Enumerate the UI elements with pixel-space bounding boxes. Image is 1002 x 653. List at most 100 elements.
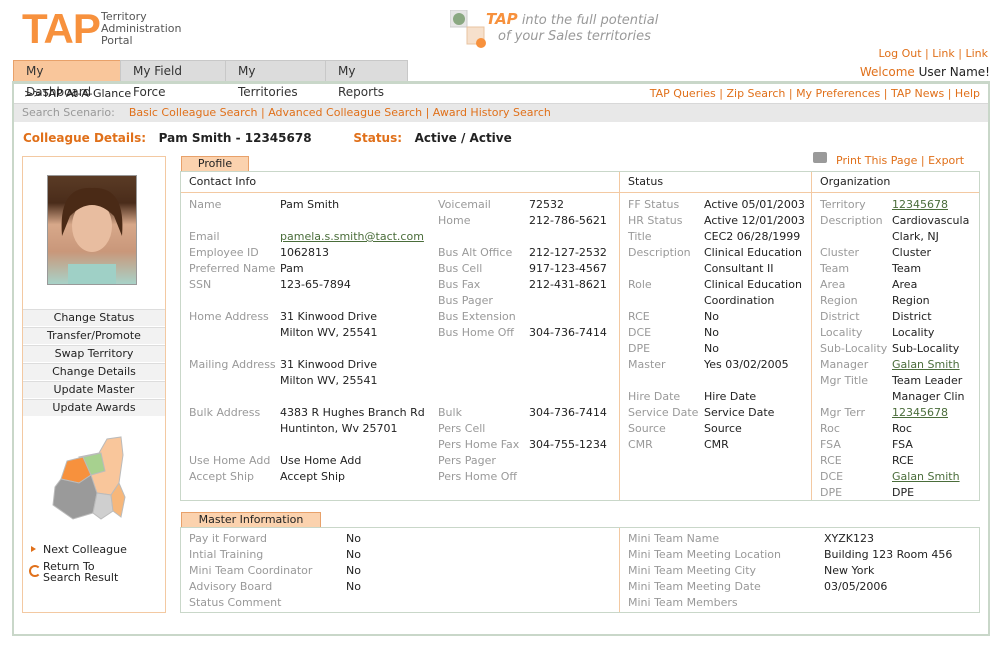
- divider: [619, 172, 620, 500]
- field-label: Manager: [820, 358, 869, 371]
- top-links: Log Out | Link | Link: [878, 47, 988, 60]
- status-header: Status: [620, 172, 819, 193]
- field-label: RCE: [820, 454, 842, 467]
- field-label: Home Address: [189, 310, 269, 323]
- field-label: Voicemail: [438, 198, 491, 211]
- next-arrow-icon: [31, 546, 36, 552]
- field-label: Locality: [820, 326, 863, 339]
- field-label: Bus Alt Office: [438, 246, 513, 259]
- field-label: Advisory Board: [189, 580, 273, 593]
- field-label: District: [820, 310, 860, 323]
- zip-search-link[interactable]: Zip Search: [726, 87, 785, 100]
- slogan-line: into the full potential: [521, 13, 659, 28]
- award-history-search-link[interactable]: Award History Search: [433, 106, 551, 119]
- field-value-link[interactable]: 12345678: [892, 198, 948, 211]
- tap-news-link[interactable]: TAP News: [891, 87, 944, 100]
- field-value: Locality: [892, 326, 935, 339]
- tap-queries-link[interactable]: TAP Queries: [650, 87, 716, 100]
- field-value: Team: [892, 262, 922, 275]
- field-value: No: [346, 548, 361, 561]
- next-colleague-link[interactable]: Next Colleague: [43, 543, 127, 556]
- change-details-button[interactable]: Change Details: [23, 363, 165, 380]
- field-label: Roc: [820, 422, 840, 435]
- colleague-details-header: Colleague Details: Pam Smith - 12345678 …: [23, 131, 512, 145]
- divider: [811, 172, 812, 500]
- field-label: Bus Cell: [438, 262, 483, 275]
- field-value: Hire Date: [704, 390, 757, 403]
- field-value: Roc: [892, 422, 912, 435]
- field-label: Name: [189, 198, 222, 211]
- update-master-button[interactable]: Update Master: [23, 381, 165, 398]
- field-value: Pam: [280, 262, 304, 275]
- transfer-promote-button[interactable]: Transfer/Promote: [23, 327, 165, 344]
- master-information-tab[interactable]: Master Information: [181, 512, 321, 527]
- field-value: 123-65-7894: [280, 278, 351, 291]
- field-label: Area: [820, 278, 846, 291]
- field-label: Intial Training: [189, 548, 264, 561]
- field-label: Description: [820, 214, 883, 227]
- field-value-link[interactable]: Galan Smith: [892, 358, 960, 371]
- field-value: Coordination: [704, 294, 775, 307]
- field-value: 03/05/2006: [824, 580, 888, 593]
- field-value: Active 12/01/2003: [704, 214, 805, 227]
- field-label: Territory: [820, 198, 866, 211]
- field-label: Status Comment: [189, 596, 282, 609]
- tab-my-dashboard[interactable]: My Dashboard: [13, 60, 121, 99]
- field-label: DCE: [820, 470, 844, 483]
- field-value: Sub-Locality: [892, 342, 960, 355]
- print-export-links: Print This Page | Export: [836, 154, 965, 167]
- left-panel: Change Status Transfer/Promote Swap Terr…: [22, 156, 166, 613]
- swap-territory-button[interactable]: Swap Territory: [23, 345, 165, 362]
- field-label: Hire Date: [628, 390, 681, 403]
- field-value: XYZK123: [824, 532, 874, 545]
- tab-my-territories[interactable]: My Territories: [225, 60, 326, 99]
- field-value: Area: [892, 278, 918, 291]
- field-label: RCE: [628, 310, 650, 323]
- field-value: Active 05/01/2003: [704, 198, 805, 211]
- field-value-link[interactable]: pamela.s.smith@tact.com: [280, 230, 424, 243]
- tab-my-field-force[interactable]: My Field Force: [120, 60, 227, 99]
- field-value: No: [346, 532, 361, 545]
- export-link[interactable]: Export: [928, 154, 964, 167]
- update-awards-button[interactable]: Update Awards: [23, 399, 165, 416]
- field-value-link[interactable]: 12345678: [892, 406, 948, 419]
- field-label: Mini Team Meeting City: [628, 564, 757, 577]
- field-label: Mailing Address: [189, 358, 276, 371]
- field-label: Role: [628, 278, 652, 291]
- field-label: Mini Team Members: [628, 596, 738, 609]
- printer-icon: [813, 152, 827, 163]
- field-label: DPE: [628, 342, 651, 355]
- user-name: User Name!: [918, 65, 990, 79]
- field-label: DCE: [628, 326, 652, 339]
- my-preferences-link[interactable]: My Preferences: [796, 87, 880, 100]
- field-value: 31 Kinwood Drive: [280, 310, 377, 323]
- field-value: No: [346, 564, 361, 577]
- colleague-details-label: Colleague Details:: [23, 131, 147, 145]
- return-to-search-link[interactable]: Return To Search Result: [43, 561, 118, 583]
- profile-tab[interactable]: Profile: [181, 156, 249, 171]
- field-label: Master: [628, 358, 666, 371]
- print-page-link[interactable]: Print This Page: [836, 154, 917, 167]
- divider: [619, 528, 620, 612]
- field-value: Accept Ship: [280, 470, 345, 483]
- tab-my-reports[interactable]: My Reports: [325, 60, 408, 99]
- field-label: Bus Extension: [438, 310, 516, 323]
- change-status-button[interactable]: Change Status: [23, 309, 165, 326]
- field-label: SSN: [189, 278, 212, 291]
- slogan-line: of your Sales territories: [498, 29, 651, 44]
- return-icon: [29, 565, 41, 577]
- field-label: Title: [628, 230, 652, 243]
- field-label: Region: [820, 294, 858, 307]
- advanced-colleague-search-link[interactable]: Advanced Colleague Search: [268, 106, 422, 119]
- top-link[interactable]: Link: [965, 47, 988, 60]
- field-label: Bus Pager: [438, 294, 493, 307]
- field-value: Huntinton, Wv 25701: [280, 422, 398, 435]
- logout-link[interactable]: Log Out: [878, 47, 921, 60]
- help-link[interactable]: Help: [955, 87, 980, 100]
- basic-colleague-search-link[interactable]: Basic Colleague Search: [129, 106, 258, 119]
- field-value-link[interactable]: Galan Smith: [892, 470, 960, 483]
- top-link[interactable]: Link: [932, 47, 955, 60]
- slogan-graphic-icon: [449, 9, 490, 52]
- field-value: Consultant II: [704, 262, 774, 275]
- field-value: 212-431-8621: [529, 278, 607, 291]
